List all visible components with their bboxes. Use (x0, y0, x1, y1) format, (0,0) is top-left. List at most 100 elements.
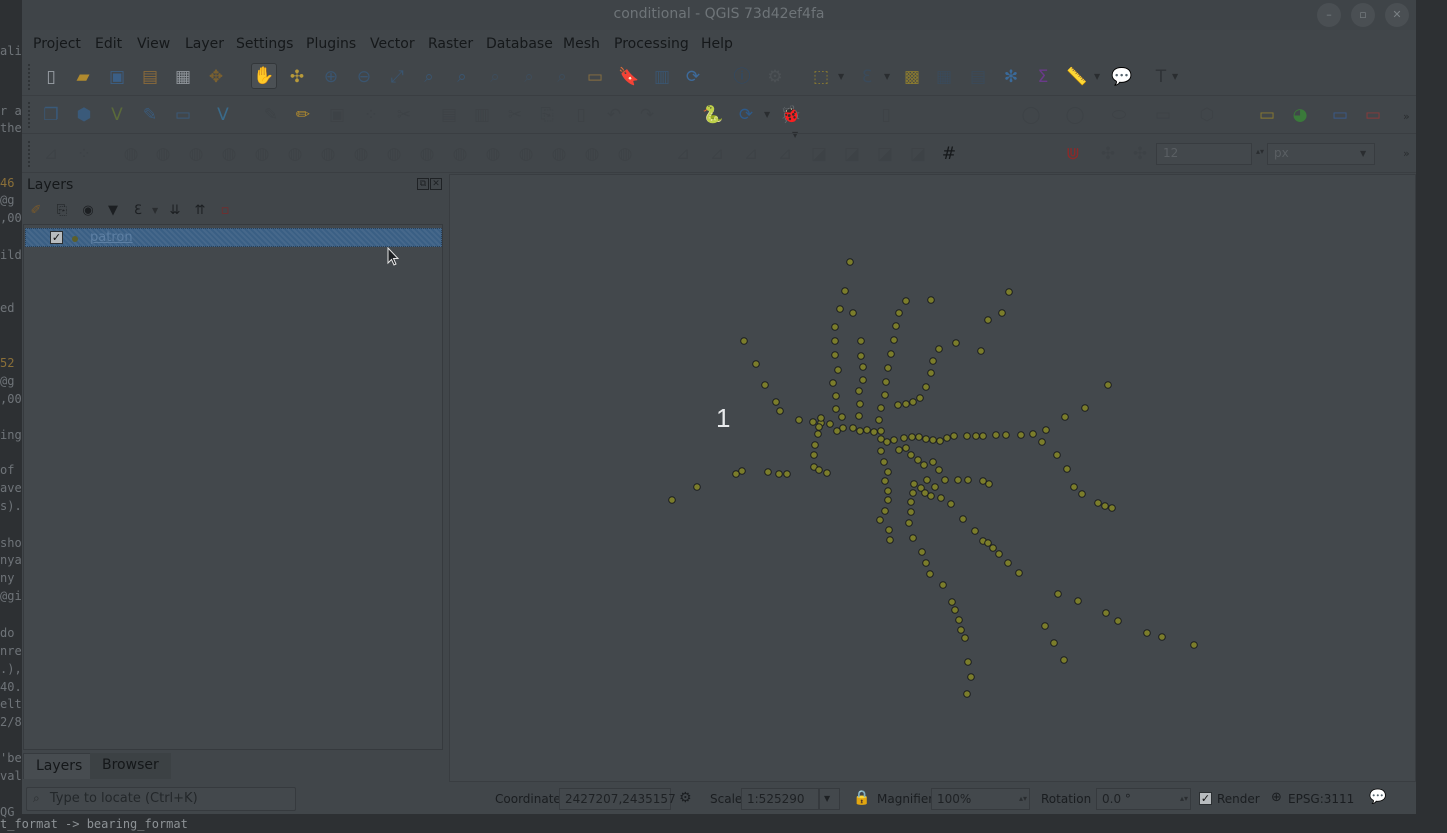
map-point[interactable] (668, 496, 676, 504)
toolbar-grip[interactable] (28, 102, 34, 128)
map-point[interactable] (963, 432, 971, 440)
add-part-icon[interactable]: ◍ (249, 141, 275, 167)
map-point[interactable] (995, 550, 1003, 558)
map-point[interactable] (814, 430, 822, 438)
minimize-button[interactable]: – (1317, 3, 1341, 27)
map-point[interactable] (984, 539, 992, 547)
map-point[interactable] (877, 404, 885, 412)
advanced-digitizing-icon[interactable]: ⊿ (38, 141, 64, 167)
menu-project[interactable]: Project (33, 36, 81, 52)
map-point[interactable] (836, 305, 844, 313)
layer-visibility-checkbox[interactable]: ✓ (50, 231, 63, 244)
map-point[interactable] (1063, 465, 1071, 473)
map-point[interactable] (954, 476, 962, 484)
add-feature-icon[interactable]: ⁘ (358, 102, 384, 128)
map-point[interactable] (920, 461, 928, 469)
map-point[interactable] (1101, 502, 1109, 510)
circle-tool-icon[interactable]: ◪ (839, 141, 865, 167)
map-point[interactable] (914, 456, 922, 464)
menu-database[interactable]: Database (486, 36, 553, 52)
map-point[interactable] (1050, 639, 1058, 647)
map-point[interactable] (883, 438, 891, 446)
close-button[interactable]: ✕ (1385, 3, 1409, 27)
map-point[interactable] (1053, 451, 1061, 459)
map-point[interactable] (810, 451, 818, 459)
new-virtual-layer-icon[interactable]: ▭ (170, 102, 196, 128)
map-point[interactable] (909, 398, 917, 406)
map-point[interactable] (895, 446, 903, 454)
menu-plugins[interactable]: Plugins (306, 36, 356, 52)
map-point[interactable] (892, 322, 900, 330)
map-point[interactable] (909, 489, 917, 497)
select-by-expression-icon[interactable]: ℇ (854, 64, 880, 90)
map-point[interactable] (1143, 629, 1151, 637)
menu-edit[interactable]: Edit (95, 36, 122, 52)
map-point[interactable] (998, 309, 1006, 317)
crs-label[interactable]: EPSG:3111 (1288, 792, 1354, 806)
map-point[interactable] (1108, 504, 1116, 512)
map-point[interactable] (1029, 430, 1037, 438)
map-point[interactable] (884, 364, 892, 372)
map-point[interactable] (732, 470, 740, 478)
zoom-to-selection-icon[interactable]: ⌕ (416, 64, 442, 90)
map-point[interactable] (957, 626, 965, 634)
split-features-icon[interactable]: ◍ (447, 141, 473, 167)
map-point[interactable] (1004, 559, 1012, 567)
map-point[interactable] (972, 432, 980, 440)
map-point[interactable] (1114, 617, 1122, 625)
open-project-icon[interactable]: ▰ (70, 64, 96, 90)
chevron-down-icon[interactable]: ▼ (152, 206, 158, 215)
map-point[interactable] (849, 309, 857, 317)
menu-vector[interactable]: Vector (370, 36, 415, 52)
zoom-native-icon[interactable]: ⌕ (482, 64, 508, 90)
paste-features-icon[interactable]: ▯ (568, 102, 594, 128)
new-project-icon[interactable]: ▯ (38, 64, 64, 90)
modify-attributes-icon[interactable]: ▤ (436, 102, 462, 128)
stream-digitizing-icon[interactable]: ⊿ (772, 141, 798, 167)
map-point[interactable] (884, 468, 892, 476)
map-point[interactable] (977, 347, 985, 355)
map-point[interactable] (838, 413, 846, 421)
style-panel-icon[interactable]: ✐ (26, 200, 46, 220)
map-canvas[interactable]: 1 (449, 174, 1416, 782)
map-point[interactable] (857, 337, 865, 345)
digitize-shape-icon[interactable]: ◯ (1018, 102, 1044, 128)
map-point[interactable] (859, 376, 867, 384)
zoom-full-icon[interactable]: ⤢ (384, 64, 410, 90)
map-point[interactable] (826, 420, 834, 428)
close-panel-icon[interactable]: ✕ (430, 178, 442, 190)
layer-item-patron[interactable]: ✓ patron (25, 228, 442, 247)
toolbar-grip[interactable] (28, 64, 34, 90)
show-hide-labels-icon[interactable]: ▭ (1360, 102, 1386, 128)
label-layer-icon[interactable]: ▭ (1254, 102, 1280, 128)
map-point[interactable] (922, 383, 930, 391)
map-point[interactable] (1017, 431, 1025, 439)
map-point[interactable] (693, 483, 701, 491)
map-point[interactable] (936, 437, 944, 445)
split-parts-icon[interactable]: ◍ (480, 141, 506, 167)
menu-raster[interactable]: Raster (428, 36, 473, 52)
map-point[interactable] (829, 379, 837, 387)
measure-line-icon[interactable]: 📏 (1064, 64, 1090, 90)
zoom-in-icon[interactable]: ⊕ (318, 64, 344, 90)
map-point[interactable] (937, 494, 945, 502)
map-point[interactable] (841, 287, 849, 295)
fill-ring-icon[interactable]: ◍ (282, 141, 308, 167)
map-point[interactable] (989, 544, 997, 552)
map-point[interactable] (857, 352, 865, 360)
map-point[interactable] (859, 363, 867, 371)
menu-settings[interactable]: Settings (236, 36, 293, 52)
map-point[interactable] (882, 378, 890, 386)
map-point[interactable] (877, 427, 885, 435)
map-point[interactable] (985, 480, 993, 488)
reshape-features-icon[interactable]: ◍ (381, 141, 407, 167)
map-point[interactable] (971, 527, 979, 535)
ellipse-tool-icon[interactable]: ◪ (872, 141, 898, 167)
map-point[interactable] (955, 616, 963, 624)
map-point[interactable] (902, 444, 910, 452)
map-point[interactable] (1002, 431, 1010, 439)
layout-manager-icon[interactable]: ▦ (170, 64, 196, 90)
new-shapefile-layer-icon[interactable]: V (104, 102, 130, 128)
scale-field[interactable]: 1:525290 (741, 788, 819, 810)
map-point[interactable] (832, 392, 840, 400)
